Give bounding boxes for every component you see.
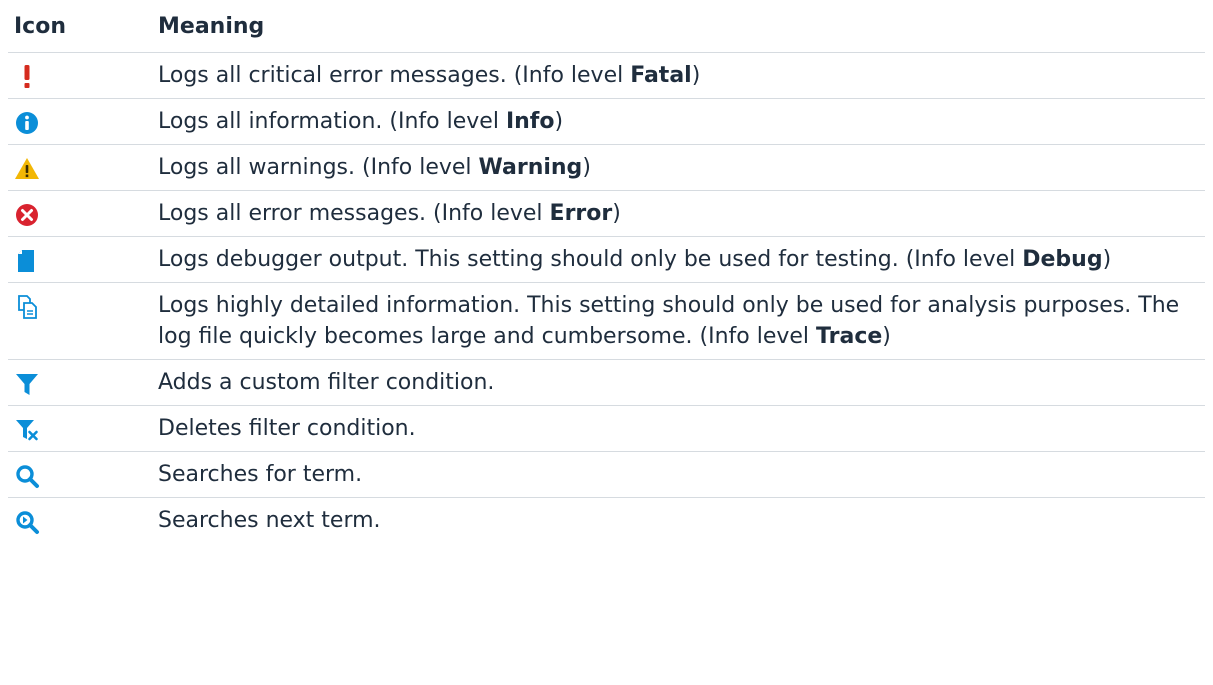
warning-icon	[15, 158, 39, 179]
row-meaning: Logs debugger output. This setting shoul…	[152, 236, 1205, 283]
icon-legend-table: Icon Meaning Logs all critical error mes…	[8, 0, 1205, 543]
row-meaning: Logs all critical error messages. (Info …	[152, 52, 1205, 99]
table-row: Adds a custom filter condition.	[8, 359, 1205, 406]
row-meaning: Logs highly detailed information. This s…	[152, 282, 1205, 360]
table-row: Searches for term.	[8, 451, 1205, 498]
search-icon	[16, 465, 39, 488]
row-meaning: Searches next term.	[158, 508, 381, 533]
add-filter-icon	[16, 374, 38, 395]
debug-icon	[18, 250, 34, 272]
row-meaning: Logs all error messages. (Info level Err…	[152, 190, 1205, 237]
delete-filter-icon	[16, 420, 38, 441]
row-meaning: Adds a custom filter condition.	[152, 359, 1205, 406]
table-row: Logs all warnings. (Info level Warning)	[8, 144, 1205, 191]
table-row: Logs highly detailed information. This s…	[8, 282, 1205, 360]
trace-icon	[18, 295, 37, 319]
table-row: Logs all error messages. (Info level Err…	[8, 190, 1205, 237]
table-row: Searches next term.	[8, 498, 1205, 544]
table-row: Deletes filter condition.	[8, 405, 1205, 452]
meaning-column-header: Meaning	[152, 0, 1205, 53]
table-row: Logs all information. (Info level Info)	[8, 98, 1205, 145]
row-meaning: Searches for term.	[152, 451, 1205, 498]
table-row: Logs all critical error messages. (Info …	[8, 52, 1205, 99]
row-meaning: Deletes filter condition.	[152, 405, 1205, 452]
fatal-icon	[24, 65, 30, 88]
table-header-row: Icon Meaning	[8, 0, 1205, 53]
search-next-icon	[16, 511, 39, 534]
icon-column-header: Icon	[8, 0, 152, 53]
row-meaning: Logs all warnings. (Info level Warning)	[152, 144, 1205, 191]
info-icon	[16, 112, 38, 134]
row-meaning: Logs all information. (Info level Info)	[152, 98, 1205, 145]
table-row: Logs debugger output. This setting shoul…	[8, 236, 1205, 283]
error-icon	[16, 204, 38, 226]
